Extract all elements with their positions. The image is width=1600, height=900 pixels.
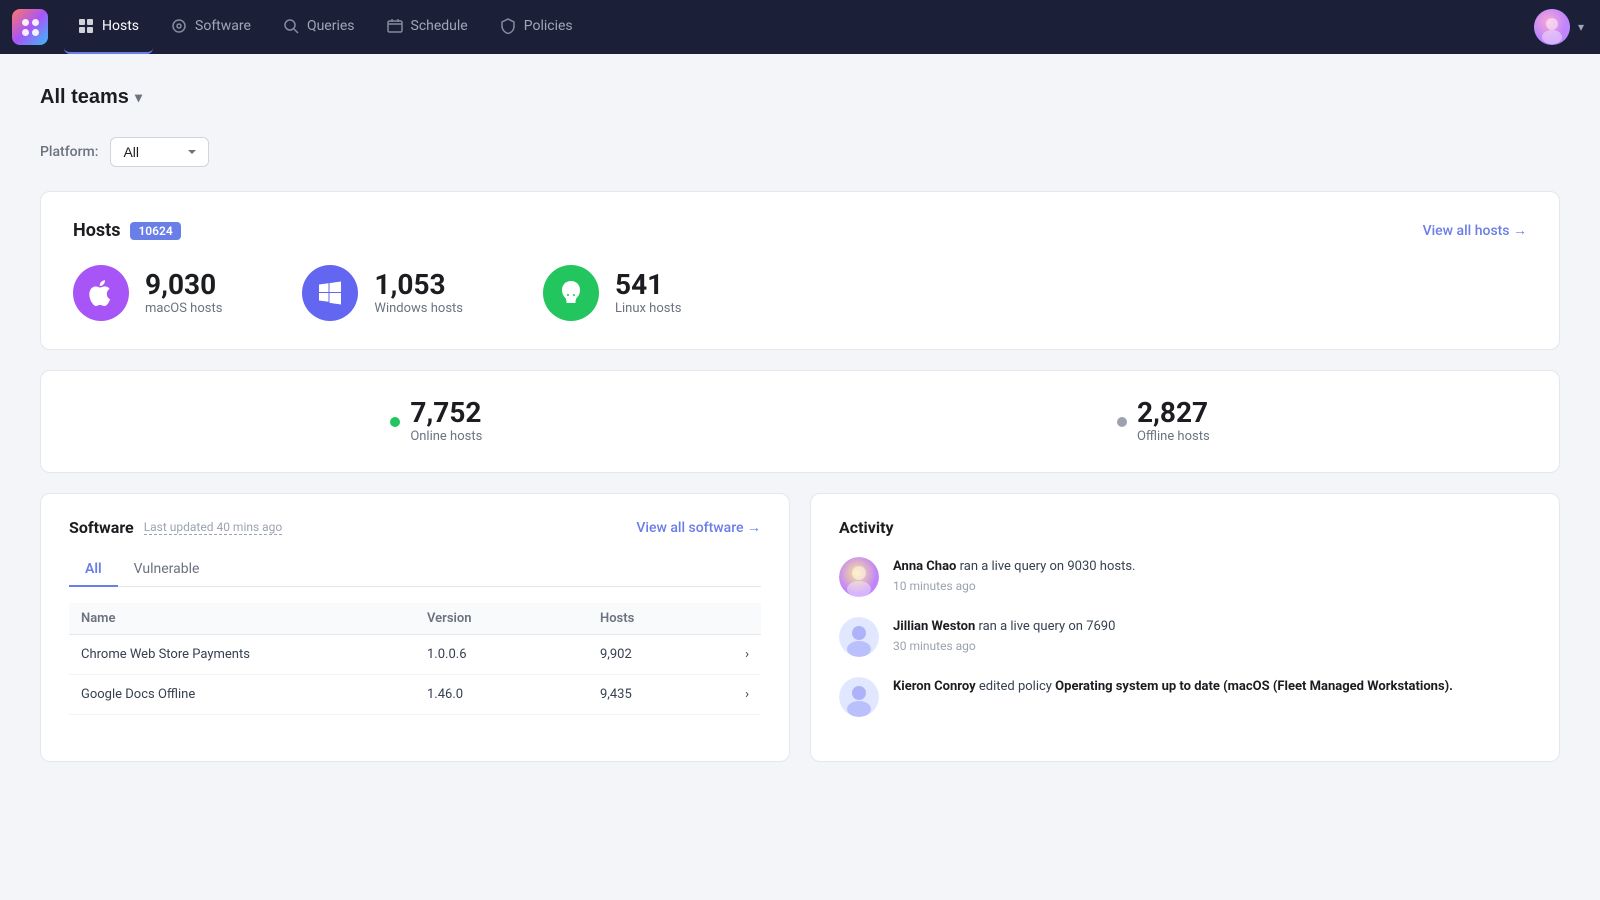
online-dot-icon <box>390 417 400 427</box>
macos-count: 9,030 <box>145 271 222 299</box>
software-row[interactable]: Google Docs Offline 1.46.0 9,435 › <box>69 675 761 715</box>
hosts-badge: 10624 <box>130 222 180 240</box>
macos-label: macOS hosts <box>145 301 222 316</box>
activity-item: Jillian Weston ran a live query on 7690 … <box>839 617 1531 657</box>
activity-text: Anna Chao ran a live query on 9030 hosts… <box>893 557 1135 577</box>
software-card: Software Last updated 40 mins ago View a… <box>40 493 790 762</box>
activity-content: Anna Chao ran a live query on 9030 hosts… <box>893 557 1135 593</box>
linux-stat: 541 Linux hosts <box>543 265 681 321</box>
software-title: Software <box>69 518 134 537</box>
software-header: Software Last updated 40 mins ago View a… <box>69 518 761 537</box>
all-teams-button[interactable]: All teams ▾ <box>40 86 142 109</box>
activity-text: Kieron Conroy edited policy Operating sy… <box>893 677 1453 697</box>
bottom-grid: Software Last updated 40 mins ago View a… <box>40 493 1560 762</box>
software-table: Name Version Hosts Chrome Web Store Paym… <box>69 603 761 715</box>
software-title-row: Software Last updated 40 mins ago <box>69 518 282 537</box>
activity-avatar <box>839 617 879 657</box>
platform-label: Platform: <box>40 144 98 160</box>
hosts-card: Hosts 10624 View all hosts → 9,030 macOS… <box>40 191 1560 350</box>
offline-stat: 2,827 Offline hosts <box>1117 399 1210 444</box>
activity-time: 30 minutes ago <box>893 639 1115 653</box>
windows-stat: 1,053 Windows hosts <box>302 265 463 321</box>
online-stat: 7,752 Online hosts <box>390 399 482 444</box>
nav-queries[interactable]: Queries <box>269 0 369 54</box>
offline-count: 2,827 <box>1137 399 1210 427</box>
linux-label: Linux hosts <box>615 301 681 316</box>
tab-all[interactable]: All <box>69 553 118 587</box>
software-version: 1.46.0 <box>415 675 588 715</box>
nav-schedule[interactable]: Schedule <box>373 0 482 54</box>
software-row-arrow[interactable]: › <box>726 675 761 715</box>
activity-content: Jillian Weston ran a live query on 7690 … <box>893 617 1115 653</box>
software-row-arrow[interactable]: › <box>726 635 761 675</box>
linux-count: 541 <box>615 271 681 299</box>
tab-vulnerable[interactable]: Vulnerable <box>118 553 216 587</box>
nav-hosts[interactable]: Hosts <box>64 0 153 54</box>
activity-time: 10 minutes ago <box>893 579 1135 593</box>
software-tabs: All Vulnerable <box>69 553 761 587</box>
teams-chevron-icon: ▾ <box>135 89 142 106</box>
activity-list: Anna Chao ran a live query on 9030 hosts… <box>839 557 1531 717</box>
hosts-title-text: Hosts <box>73 220 120 241</box>
online-label: Online hosts <box>410 429 482 444</box>
hosts-card-header: Hosts 10624 View all hosts → <box>73 220 1527 241</box>
activity-avatar <box>839 677 879 717</box>
nav-policies[interactable]: Policies <box>486 0 587 54</box>
activity-content: Kieron Conroy edited policy Operating sy… <box>893 677 1453 697</box>
nav-software[interactable]: Software <box>157 0 265 54</box>
software-name: Chrome Web Store Payments <box>69 635 415 675</box>
software-name: Google Docs Offline <box>69 675 415 715</box>
view-all-software-link[interactable]: View all software → <box>636 519 761 536</box>
platform-select[interactable]: All macOS Windows Linux <box>110 137 209 167</box>
all-teams-label: All teams <box>40 86 129 109</box>
app-logo[interactable] <box>12 9 48 45</box>
navbar: Hosts Software Queries Schedule Policies… <box>0 0 1600 54</box>
windows-count: 1,053 <box>374 271 463 299</box>
activity-item: Anna Chao ran a live query on 9030 hosts… <box>839 557 1531 597</box>
nav-right: ▾ <box>1534 9 1600 45</box>
col-header-name: Name <box>69 603 415 635</box>
activity-card: Activity Anna Chao ran a live query on 9… <box>810 493 1560 762</box>
linux-icon <box>543 265 599 321</box>
online-offline-card: 7,752 Online hosts 2,827 Offline hosts <box>40 370 1560 473</box>
software-row[interactable]: Chrome Web Store Payments 1.0.0.6 9,902 … <box>69 635 761 675</box>
software-hosts: 9,435 <box>588 675 726 715</box>
macos-stat: 9,030 macOS hosts <box>73 265 222 321</box>
col-header-version: Version <box>415 603 588 635</box>
view-all-hosts-link[interactable]: View all hosts → <box>1423 222 1527 239</box>
activity-item: Kieron Conroy edited policy Operating sy… <box>839 677 1531 717</box>
windows-label: Windows hosts <box>374 301 463 316</box>
activity-avatar <box>839 557 879 597</box>
main-content: All teams ▾ Platform: All macOS Windows … <box>0 54 1600 794</box>
hosts-stats: 9,030 macOS hosts 1,053 Windows hosts <box>73 265 1527 321</box>
col-header-arrow <box>726 603 761 635</box>
nav-items: Hosts Software Queries Schedule Policies <box>64 0 1534 54</box>
software-hosts: 9,902 <box>588 635 726 675</box>
platform-row: Platform: All macOS Windows Linux <box>40 137 1560 167</box>
user-avatar[interactable] <box>1534 9 1570 45</box>
offline-label: Offline hosts <box>1137 429 1210 444</box>
online-count: 7,752 <box>410 399 482 427</box>
macos-icon <box>73 265 129 321</box>
col-header-hosts: Hosts <box>588 603 726 635</box>
activity-title: Activity <box>839 518 1531 537</box>
windows-icon <box>302 265 358 321</box>
user-menu-chevron[interactable]: ▾ <box>1578 20 1584 34</box>
offline-dot-icon <box>1117 417 1127 427</box>
software-version: 1.0.0.6 <box>415 635 588 675</box>
activity-text: Jillian Weston ran a live query on 7690 <box>893 617 1115 637</box>
software-updated: Last updated 40 mins ago <box>144 520 283 535</box>
hosts-title: Hosts 10624 <box>73 220 181 241</box>
